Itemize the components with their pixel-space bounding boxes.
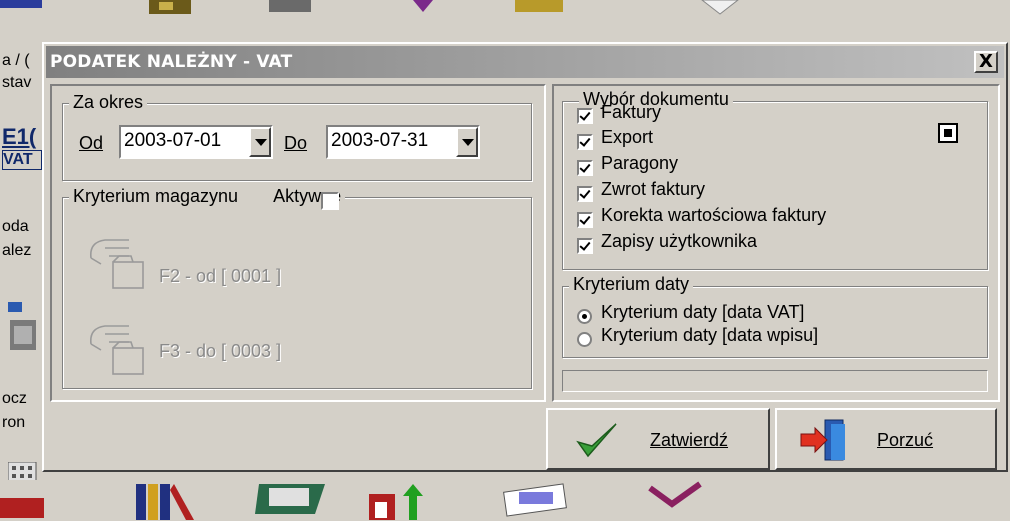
exit-door-icon (800, 419, 845, 461)
date-to-value: 2003-07-31 (331, 130, 429, 151)
date-from-value: 2003-07-01 (124, 130, 222, 151)
bg-text: ocz (2, 390, 27, 407)
background-toolbar (0, 0, 1010, 38)
korekta-label: Korekta wartościowa faktury (601, 205, 827, 225)
date-vat-label: Kryterium daty [data VAT] (601, 302, 805, 322)
faktury-label: Faktury (601, 102, 662, 122)
paragony-checkbox[interactable] (577, 160, 593, 176)
toolbar-icon[interactable] (0, 0, 42, 18)
confirm-label: Zatwierdź (650, 430, 729, 450)
toolbar-icon[interactable] (145, 0, 195, 18)
car-icon[interactable] (0, 480, 46, 521)
vat-dialog: PODATEK NALEŻNY - VAT X Za okres Od 2003… (42, 42, 1008, 472)
bg-text: ron (2, 414, 26, 431)
toolbar-icon[interactable] (265, 0, 315, 18)
bg-text: stav (2, 74, 32, 91)
zapisy-checkbox[interactable] (577, 238, 593, 254)
books-icon[interactable] (130, 480, 200, 521)
book-icon[interactable] (640, 480, 710, 521)
date-to-dropdown-button[interactable] (456, 127, 478, 157)
zapisy-label: Zapisy użytkownika (601, 231, 758, 251)
from-label: Od (79, 133, 104, 153)
cancel-button[interactable]: Porzuć (775, 408, 997, 470)
background-sidebar: a / ( stav E1( VAT oda alez ocz ron (0, 38, 46, 521)
toolbar-icon[interactable] (408, 0, 438, 18)
ledger-icon[interactable] (255, 480, 335, 521)
warehouse-to-label: F3 - do [ 0003 ] (159, 341, 282, 361)
dialog-titlebar[interactable]: PODATEK NALEŻNY - VAT X (46, 46, 1004, 78)
background-bottom-toolbar (0, 480, 1010, 521)
bg-text: VAT (2, 150, 42, 170)
documents-group: Wybór dokumentu Faktury Export Paragony … (562, 89, 988, 270)
close-button[interactable]: X (974, 51, 998, 73)
select-all-button[interactable] (938, 123, 958, 143)
square-icon (944, 129, 952, 137)
cards-icon[interactable] (495, 480, 585, 521)
period-legend: Za okres (69, 92, 148, 113)
folder-hand-icon (89, 325, 144, 375)
date-vat-radio[interactable] (577, 309, 592, 324)
right-panel: Wybór dokumentu Faktury Export Paragony … (552, 84, 1000, 402)
paragony-label: Paragony (601, 153, 679, 173)
export-icon[interactable] (365, 480, 445, 521)
export-label: Export (601, 127, 654, 147)
faktury-checkbox[interactable] (577, 108, 593, 124)
date-to-combo[interactable]: 2003-07-31 (326, 125, 480, 159)
confirm-button[interactable]: Zatwierdź (546, 408, 770, 470)
bg-text: E1( (2, 124, 37, 149)
period-group: Za okres Od 2003-07-01 Do 2003-07-31 (62, 92, 532, 181)
zwrot-faktury-label: Zwrot faktury (601, 179, 706, 199)
folder-hand-icon (89, 239, 144, 289)
export-checkbox[interactable] (577, 134, 593, 150)
bg-text: oda (2, 218, 29, 235)
active-checkbox[interactable] (321, 192, 339, 210)
progress-bar (562, 370, 988, 392)
warehouse-legend: Kryterium magazynu Aktywne (69, 186, 346, 207)
toolbar-icon[interactable] (700, 0, 740, 18)
checkmark-icon (576, 423, 617, 458)
to-label: Do (284, 133, 308, 153)
bg-text: alez (2, 242, 32, 259)
printer-icon[interactable] (6, 300, 40, 370)
date-criteria-legend: Kryterium daty (569, 274, 694, 295)
zwrot-faktury-checkbox[interactable] (577, 186, 593, 202)
date-entry-label: Kryterium daty [data wpisu] (601, 325, 819, 345)
date-from-dropdown-button[interactable] (249, 127, 271, 157)
date-entry-radio[interactable] (577, 332, 592, 347)
date-criteria-group: Kryterium daty Kryterium daty [data VAT]… (562, 274, 988, 358)
date-from-combo[interactable]: 2003-07-01 (119, 125, 273, 159)
korekta-checkbox[interactable] (577, 212, 593, 228)
close-icon: X (978, 51, 994, 72)
warehouse-group: Kryterium magazynu Aktywne F2 - od [ 000… (62, 186, 532, 389)
dialog-title: PODATEK NALEŻNY - VAT (50, 52, 293, 72)
cancel-label: Porzuć (877, 430, 934, 450)
left-panel: Za okres Od 2003-07-01 Do 2003-07-31 Kry… (50, 84, 546, 402)
toolbar-icon[interactable] (515, 0, 565, 18)
bg-text: a / ( (2, 52, 30, 69)
warehouse-from-label: F2 - od [ 0001 ] (159, 266, 282, 286)
